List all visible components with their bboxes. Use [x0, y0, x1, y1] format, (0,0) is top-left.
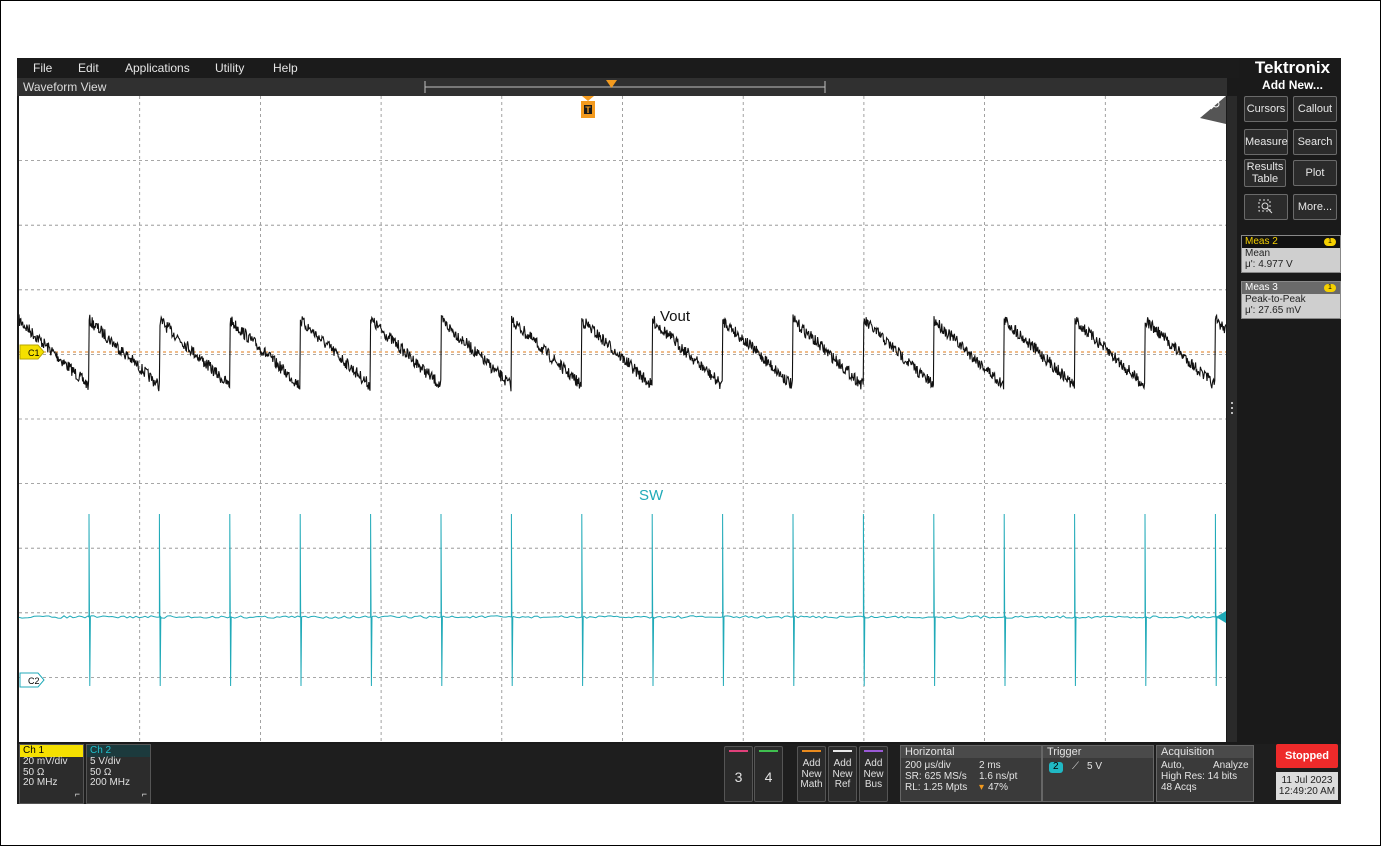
ch2-bw-limit-icon: ⌐	[141, 789, 147, 799]
oscilloscope-screen: File Edit Applications Utility Help Wave…	[17, 58, 1341, 804]
horizontal-position: 47%	[988, 782, 1009, 793]
ch1-scale: 20 mV/div	[23, 756, 68, 767]
horizontal-scale: 200 μs/div	[905, 760, 951, 771]
trigger-badge[interactable]: Trigger 2 ⟋ 5 V	[1042, 745, 1154, 802]
search-button[interactable]: Search	[1293, 129, 1337, 155]
menu-bar: File Edit Applications Utility Help	[17, 58, 1239, 78]
meas2-title: Meas 2	[1245, 236, 1278, 247]
waveform-area[interactable]: Vout SW T C1 C2	[19, 96, 1226, 742]
trigger-title: Trigger	[1043, 746, 1153, 758]
vout-label: Vout	[660, 308, 691, 325]
settings-bar: Ch 1 20 mV/div 50 Ω 20 MHz ⌐ Ch 2 5 V/di…	[17, 744, 1341, 804]
zoom-region-button[interactable]	[1244, 194, 1288, 220]
rising-edge-icon: ⟋	[1072, 761, 1079, 772]
ch1-bw-limit-icon: ⌐	[74, 789, 80, 799]
horizontal-sample-rate: SR: 625 MS/s	[905, 771, 967, 782]
trigger-source: 2	[1049, 761, 1063, 773]
meas3-type: Peak-to-Peak	[1245, 294, 1306, 305]
measure-button[interactable]: Measure	[1244, 129, 1288, 155]
ch1-bandwidth: 20 MHz	[23, 777, 58, 788]
date-text: 11 Jul 2023	[1281, 775, 1333, 786]
svg-text:C2: C2	[28, 676, 40, 686]
date-time[interactable]: 11 Jul 2023 12:49:20 AM	[1276, 772, 1338, 800]
ch2-marker[interactable]: C2	[19, 672, 45, 688]
ch2-scale: 5 V/div	[90, 756, 121, 767]
graticule-grid	[19, 96, 1226, 742]
add-new-ref-label: Add New Ref	[832, 758, 853, 790]
meas2-badge[interactable]: Meas 2 1 Mean μ': 4.977 V	[1241, 235, 1341, 273]
acquisition-title: Acquisition	[1157, 746, 1253, 758]
run-stop-button[interactable]: Stopped	[1276, 744, 1338, 768]
ch3-label: 3	[734, 769, 743, 785]
brand-logo: Tektronix	[1254, 58, 1331, 77]
add-new-math-button[interactable]: Add New Math	[797, 746, 826, 802]
ch4-label: 4	[764, 769, 773, 785]
results-table-button[interactable]: Results Table	[1244, 159, 1286, 187]
time-text: 12:49:20 AM	[1278, 786, 1336, 797]
ch1-marker[interactable]: C1	[19, 344, 45, 360]
trigger-position-marker[interactable]: T	[581, 96, 595, 118]
menu-file[interactable]: File	[33, 61, 52, 75]
meas2-header: Meas 2 1	[1242, 236, 1340, 248]
plot-button[interactable]: Plot	[1293, 160, 1337, 186]
waveform-view-titlebar: Waveform View	[17, 78, 1227, 96]
meas2-source-badge: 1	[1324, 238, 1336, 246]
ch2-badge[interactable]: Ch 2 5 V/div 50 Ω 200 MHz ⌐	[86, 744, 151, 804]
add-new-bus-button[interactable]: Add New Bus	[859, 746, 888, 802]
menu-edit[interactable]: Edit	[78, 61, 99, 75]
add-new-bus-label: Add New Bus	[863, 758, 884, 790]
acquisition-badge[interactable]: Acquisition Auto, Analyze High Res: 14 b…	[1156, 745, 1254, 802]
menu-help[interactable]: Help	[273, 61, 298, 75]
menu-applications[interactable]: Applications	[125, 61, 190, 75]
zoom-region-icon	[1258, 199, 1273, 214]
horizontal-badge[interactable]: Horizontal 200 μs/div 2 ms SR: 625 MS/s …	[900, 745, 1042, 802]
meas3-badge[interactable]: Meas 3 1 Peak-to-Peak μ': 27.65 mV	[1241, 281, 1341, 319]
trigger-level: 5 V	[1087, 761, 1103, 772]
add-new-heading: Add New...	[1262, 78, 1323, 92]
meas3-header: Meas 3 1	[1242, 282, 1340, 294]
add-new-ref-button[interactable]: Add New Ref	[828, 746, 857, 802]
ch4-button[interactable]: 4	[754, 746, 783, 802]
acquisition-mode: Auto,	[1161, 760, 1185, 771]
horizontal-record-length: RL: 1.25 Mpts	[905, 782, 968, 793]
sw-label: SW	[639, 487, 664, 504]
acquisition-resolution: High Res: 14 bits	[1161, 771, 1238, 782]
meas2-value: μ': 4.977 V	[1245, 259, 1293, 270]
add-new-math-label: Add New Math	[800, 758, 823, 790]
waveform-graticule: Vout SW T C1 C2	[19, 96, 1226, 742]
ch3-button[interactable]: 3	[724, 746, 753, 802]
horizontal-record-time: 2 ms	[979, 760, 1001, 771]
acquisition-count: 48 Acqs	[1161, 782, 1197, 793]
more-button[interactable]: More...	[1293, 194, 1337, 220]
svg-text:C1: C1	[28, 348, 40, 358]
horizontal-position-icon: ▾	[979, 782, 985, 793]
menu-utility[interactable]: Utility	[215, 61, 244, 75]
record-overview[interactable]	[17, 78, 1227, 96]
meas2-type: Mean	[1245, 248, 1271, 259]
splitter-handle-icon	[1231, 402, 1233, 416]
meas3-title: Meas 3	[1245, 282, 1278, 293]
horizontal-resolution: 1.6 ns/pt	[979, 771, 1018, 782]
cursors-button[interactable]: Cursors	[1244, 96, 1288, 122]
meas3-value: μ': 27.65 mV	[1245, 305, 1302, 316]
ch2-bandwidth: 200 MHz	[90, 777, 131, 788]
ch2-trace	[19, 513, 1224, 687]
meas3-source-badge: 1	[1324, 284, 1336, 292]
svg-text:T: T	[585, 105, 591, 115]
ch1-badge[interactable]: Ch 1 20 mV/div 50 Ω 20 MHz ⌐	[19, 744, 84, 804]
horizontal-title: Horizontal	[901, 746, 1041, 758]
callout-button[interactable]: Callout	[1293, 96, 1337, 122]
panel-splitter[interactable]	[1227, 96, 1237, 742]
acquisition-analyze: Analyze	[1213, 760, 1249, 771]
zoom-icon[interactable]	[1200, 96, 1226, 124]
